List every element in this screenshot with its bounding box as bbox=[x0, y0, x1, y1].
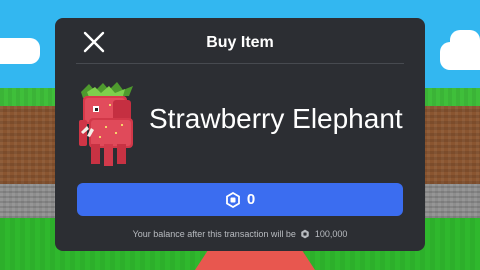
item-name: Strawberry Elephant bbox=[149, 103, 403, 134]
balance-prefix: Your balance after this transaction will… bbox=[132, 229, 296, 239]
red-carpet-path bbox=[195, 248, 315, 270]
buy-button[interactable]: 0 bbox=[77, 183, 403, 216]
balance-note: Your balance after this transaction will… bbox=[55, 229, 425, 239]
strawberry-elephant-icon bbox=[79, 82, 133, 166]
item-thumbnail bbox=[75, 82, 137, 168]
cloud bbox=[450, 30, 480, 52]
price-label: 0 bbox=[246, 191, 256, 208]
balance-amount: 100,000 bbox=[314, 229, 348, 239]
cloud bbox=[0, 38, 40, 64]
robux-icon bbox=[225, 191, 240, 208]
dialog-title: Buy Item bbox=[206, 34, 274, 51]
robux-icon bbox=[301, 229, 310, 239]
buy-item-dialog: Buy Item Strawberry Elephant 0 Your bala… bbox=[55, 18, 425, 251]
divider bbox=[76, 63, 404, 64]
